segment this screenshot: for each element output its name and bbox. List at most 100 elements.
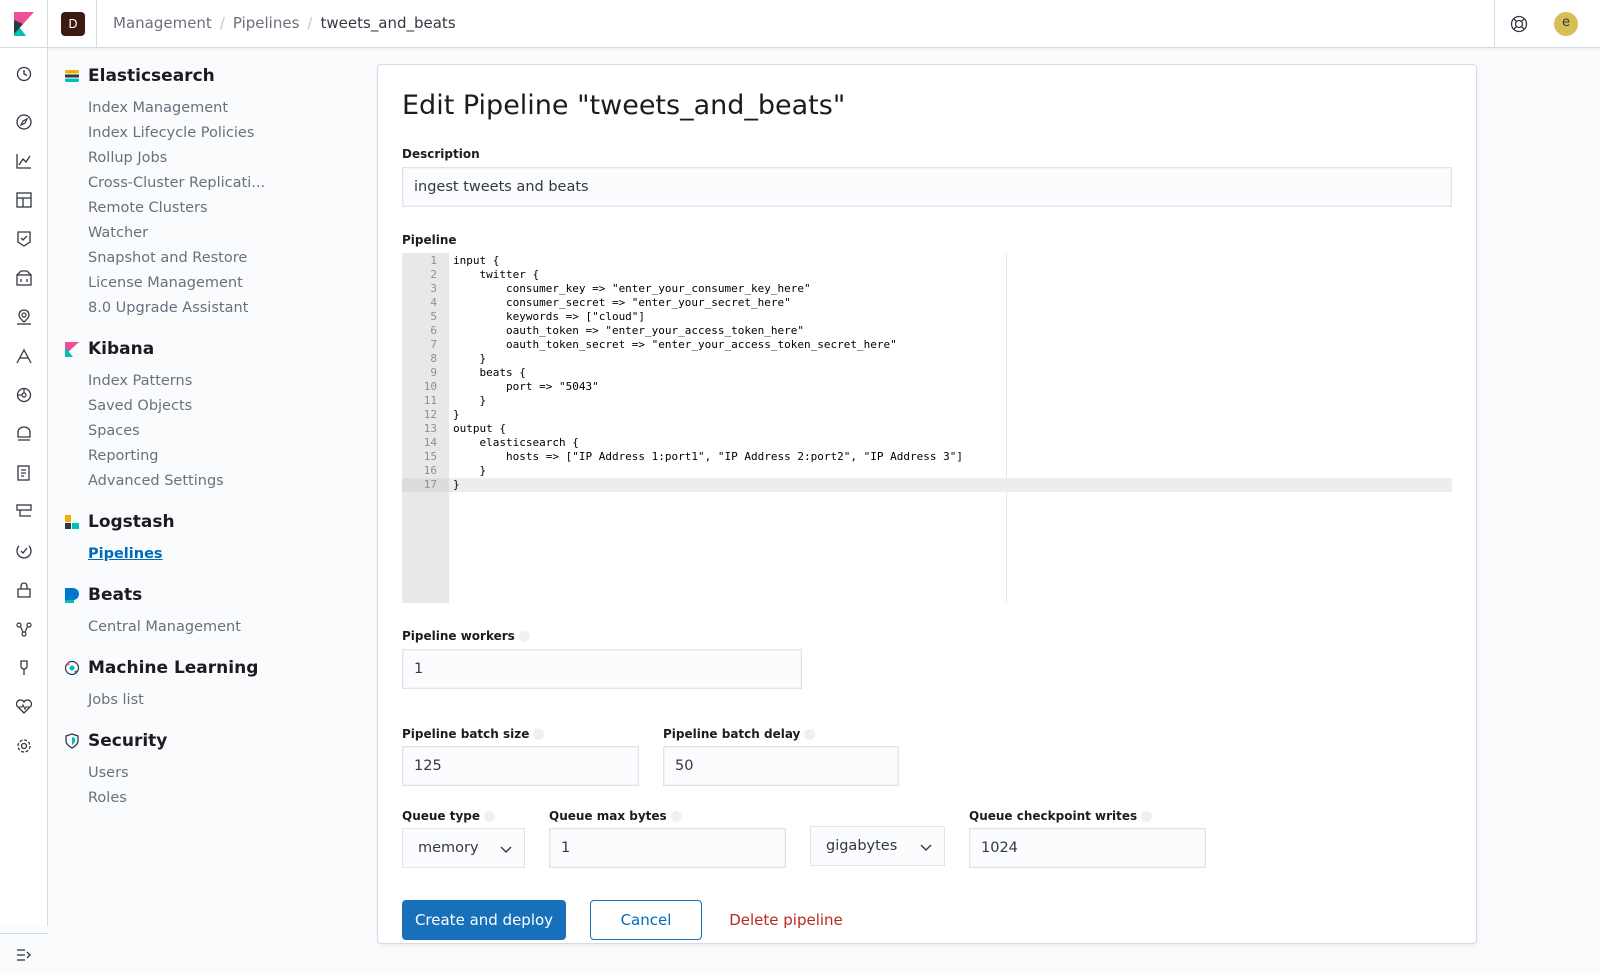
editor-line-number: 13	[423, 422, 437, 435]
sidebar-item-remote-clusters[interactable]: Remote Clusters	[88, 200, 208, 216]
info-icon[interactable]	[804, 728, 816, 740]
batch-delay-input[interactable]	[663, 746, 899, 786]
recently-viewed-icon[interactable]	[14, 64, 34, 84]
delete-pipeline-button[interactable]: Delete pipeline	[716, 900, 856, 940]
info-icon[interactable]	[670, 810, 682, 822]
code-line: elasticsearch {	[453, 436, 579, 449]
kibana-icon	[65, 342, 79, 357]
sidebar-item-reporting[interactable]: Reporting	[88, 448, 159, 464]
sidebar-item-saved-objects[interactable]: Saved Objects	[88, 398, 192, 414]
breadcrumb: Management / Pipelines / tweets_and_beat…	[113, 14, 456, 32]
queue-type-select[interactable]: memory	[402, 828, 525, 868]
cancel-button[interactable]: Cancel	[590, 900, 702, 940]
pipeline-workers-label: Pipeline workers	[402, 629, 530, 643]
code-line: keywords => ["cloud"]	[453, 310, 646, 323]
sidebar-item-index-lifecycle-policies[interactable]: Index Lifecycle Policies	[88, 125, 254, 141]
space-selector[interactable]: D	[48, 0, 97, 48]
editor-line-number: 10	[423, 380, 437, 393]
sidebar-item-index-patterns[interactable]: Index Patterns	[88, 373, 192, 389]
batch-delay-label: Pipeline batch delay	[663, 727, 816, 741]
editor-line-number: 14	[423, 436, 437, 449]
sidebar-item-central-management[interactable]: Central Management	[88, 619, 241, 635]
code-line: hosts => ["IP Address 1:port1", "IP Addr…	[453, 450, 963, 463]
section-title-text: Kibana	[88, 339, 155, 359]
info-icon[interactable]	[484, 810, 496, 822]
code-line: }	[453, 408, 460, 421]
sidebar-item-index-management[interactable]: Index Management	[88, 100, 228, 116]
code-line: }	[453, 464, 487, 477]
heartbeat-icon[interactable]	[14, 697, 34, 717]
code-line: }	[453, 394, 487, 407]
breadcrumb-management[interactable]: Management	[113, 14, 212, 32]
sidebar-item-watcher[interactable]: Watcher	[88, 225, 148, 241]
editor-line-number: 16	[423, 464, 437, 477]
graph-icon[interactable]	[14, 619, 34, 639]
sidebar-item-roles[interactable]: Roles	[88, 790, 127, 806]
editor-print-margin	[1006, 253, 1007, 603]
discover-icon[interactable]	[14, 112, 34, 132]
siem-icon[interactable]	[14, 658, 34, 678]
create-and-deploy-button[interactable]: Create and deploy	[402, 900, 566, 940]
help-button[interactable]	[1494, 0, 1542, 48]
sidebar-item-spaces[interactable]: Spaces	[88, 423, 140, 439]
sidebar-item-rollup-jobs[interactable]: Rollup Jobs	[88, 150, 167, 166]
uptime-icon[interactable]	[14, 541, 34, 561]
section-machine-learning: Machine Learning	[64, 658, 258, 678]
sidebar-item-advanced-settings[interactable]: Advanced Settings	[88, 473, 224, 489]
user-menu-button[interactable]: e	[1542, 0, 1600, 48]
dashboard-icon[interactable]	[14, 190, 34, 210]
code-line: }	[453, 478, 460, 491]
info-icon[interactable]	[518, 630, 530, 642]
maps-icon[interactable]	[14, 307, 34, 327]
editor-line-number: 1	[430, 254, 437, 267]
kibana-logo[interactable]	[0, 0, 48, 48]
chevron-down-icon	[500, 846, 512, 853]
editor-line-number: 17	[423, 478, 437, 491]
canvas-icon[interactable]	[14, 229, 34, 249]
sidebar-item-snapshot-restore[interactable]: Snapshot and Restore	[88, 250, 247, 266]
queue-units-select[interactable]: gigabytes	[810, 826, 945, 866]
pipeline-workers-label-text: Pipeline workers	[402, 629, 515, 643]
batch-size-input[interactable]	[402, 746, 639, 786]
code-line: consumer_secret => "enter_your_secret_he…	[453, 296, 791, 309]
sidebar-item-upgrade-assistant[interactable]: 8.0 Upgrade Assistant	[88, 300, 248, 316]
editor-line-number: 8	[430, 352, 437, 365]
code-line: port => "5043"	[453, 380, 599, 393]
left-nav	[0, 48, 48, 961]
apm-icon[interactable]	[14, 346, 34, 366]
code-line: output {	[453, 422, 506, 435]
editor-line-number: 15	[423, 450, 437, 463]
sidebar-item-cross-cluster-replication[interactable]: Cross-Cluster Replicati...	[88, 175, 265, 191]
sidebar-item-jobs-list[interactable]: Jobs list	[88, 692, 144, 708]
info-icon[interactable]	[1141, 810, 1153, 822]
ml-icon[interactable]	[14, 385, 34, 405]
logs-icon[interactable]	[14, 424, 34, 444]
pipeline-workers-input[interactable]	[402, 649, 802, 689]
sidebar-item-pipelines[interactable]: Pipelines	[88, 546, 163, 562]
dev-tools-icon[interactable]	[14, 463, 34, 483]
pipeline-label: Pipeline	[402, 233, 457, 247]
queue-type-label-text: Queue type	[402, 809, 481, 823]
sidebar-item-license-management[interactable]: License Management	[88, 275, 243, 291]
code-line: oauth_token_secret => "enter_your_access…	[453, 338, 897, 351]
checkpoint-writes-input[interactable]	[969, 828, 1206, 868]
section-title-text: Logstash	[88, 512, 175, 532]
description-label: Description	[402, 147, 480, 161]
batch-size-label: Pipeline batch size	[402, 727, 545, 741]
pipeline-code-editor[interactable]: 1 input {2 twitter {3 consumer_key => "en…	[402, 253, 1452, 603]
sidebar-item-users[interactable]: Users	[88, 765, 129, 781]
description-input[interactable]	[402, 167, 1452, 207]
visualize-icon[interactable]	[14, 151, 34, 171]
monitoring-icon[interactable]	[14, 502, 34, 522]
breadcrumb-pipelines[interactable]: Pipelines	[233, 14, 300, 32]
breadcrumb-separator: /	[307, 14, 313, 32]
chevron-down-icon	[920, 844, 932, 851]
infrastructure-icon[interactable]	[14, 268, 34, 288]
code-line: beats {	[453, 366, 526, 379]
collapse-nav-button[interactable]	[0, 933, 48, 974]
queue-max-bytes-input[interactable]	[549, 828, 786, 868]
lock-icon[interactable]	[14, 580, 34, 600]
gear-icon[interactable]	[14, 736, 34, 756]
elasticsearch-icon	[65, 70, 79, 82]
info-icon[interactable]	[533, 728, 545, 740]
